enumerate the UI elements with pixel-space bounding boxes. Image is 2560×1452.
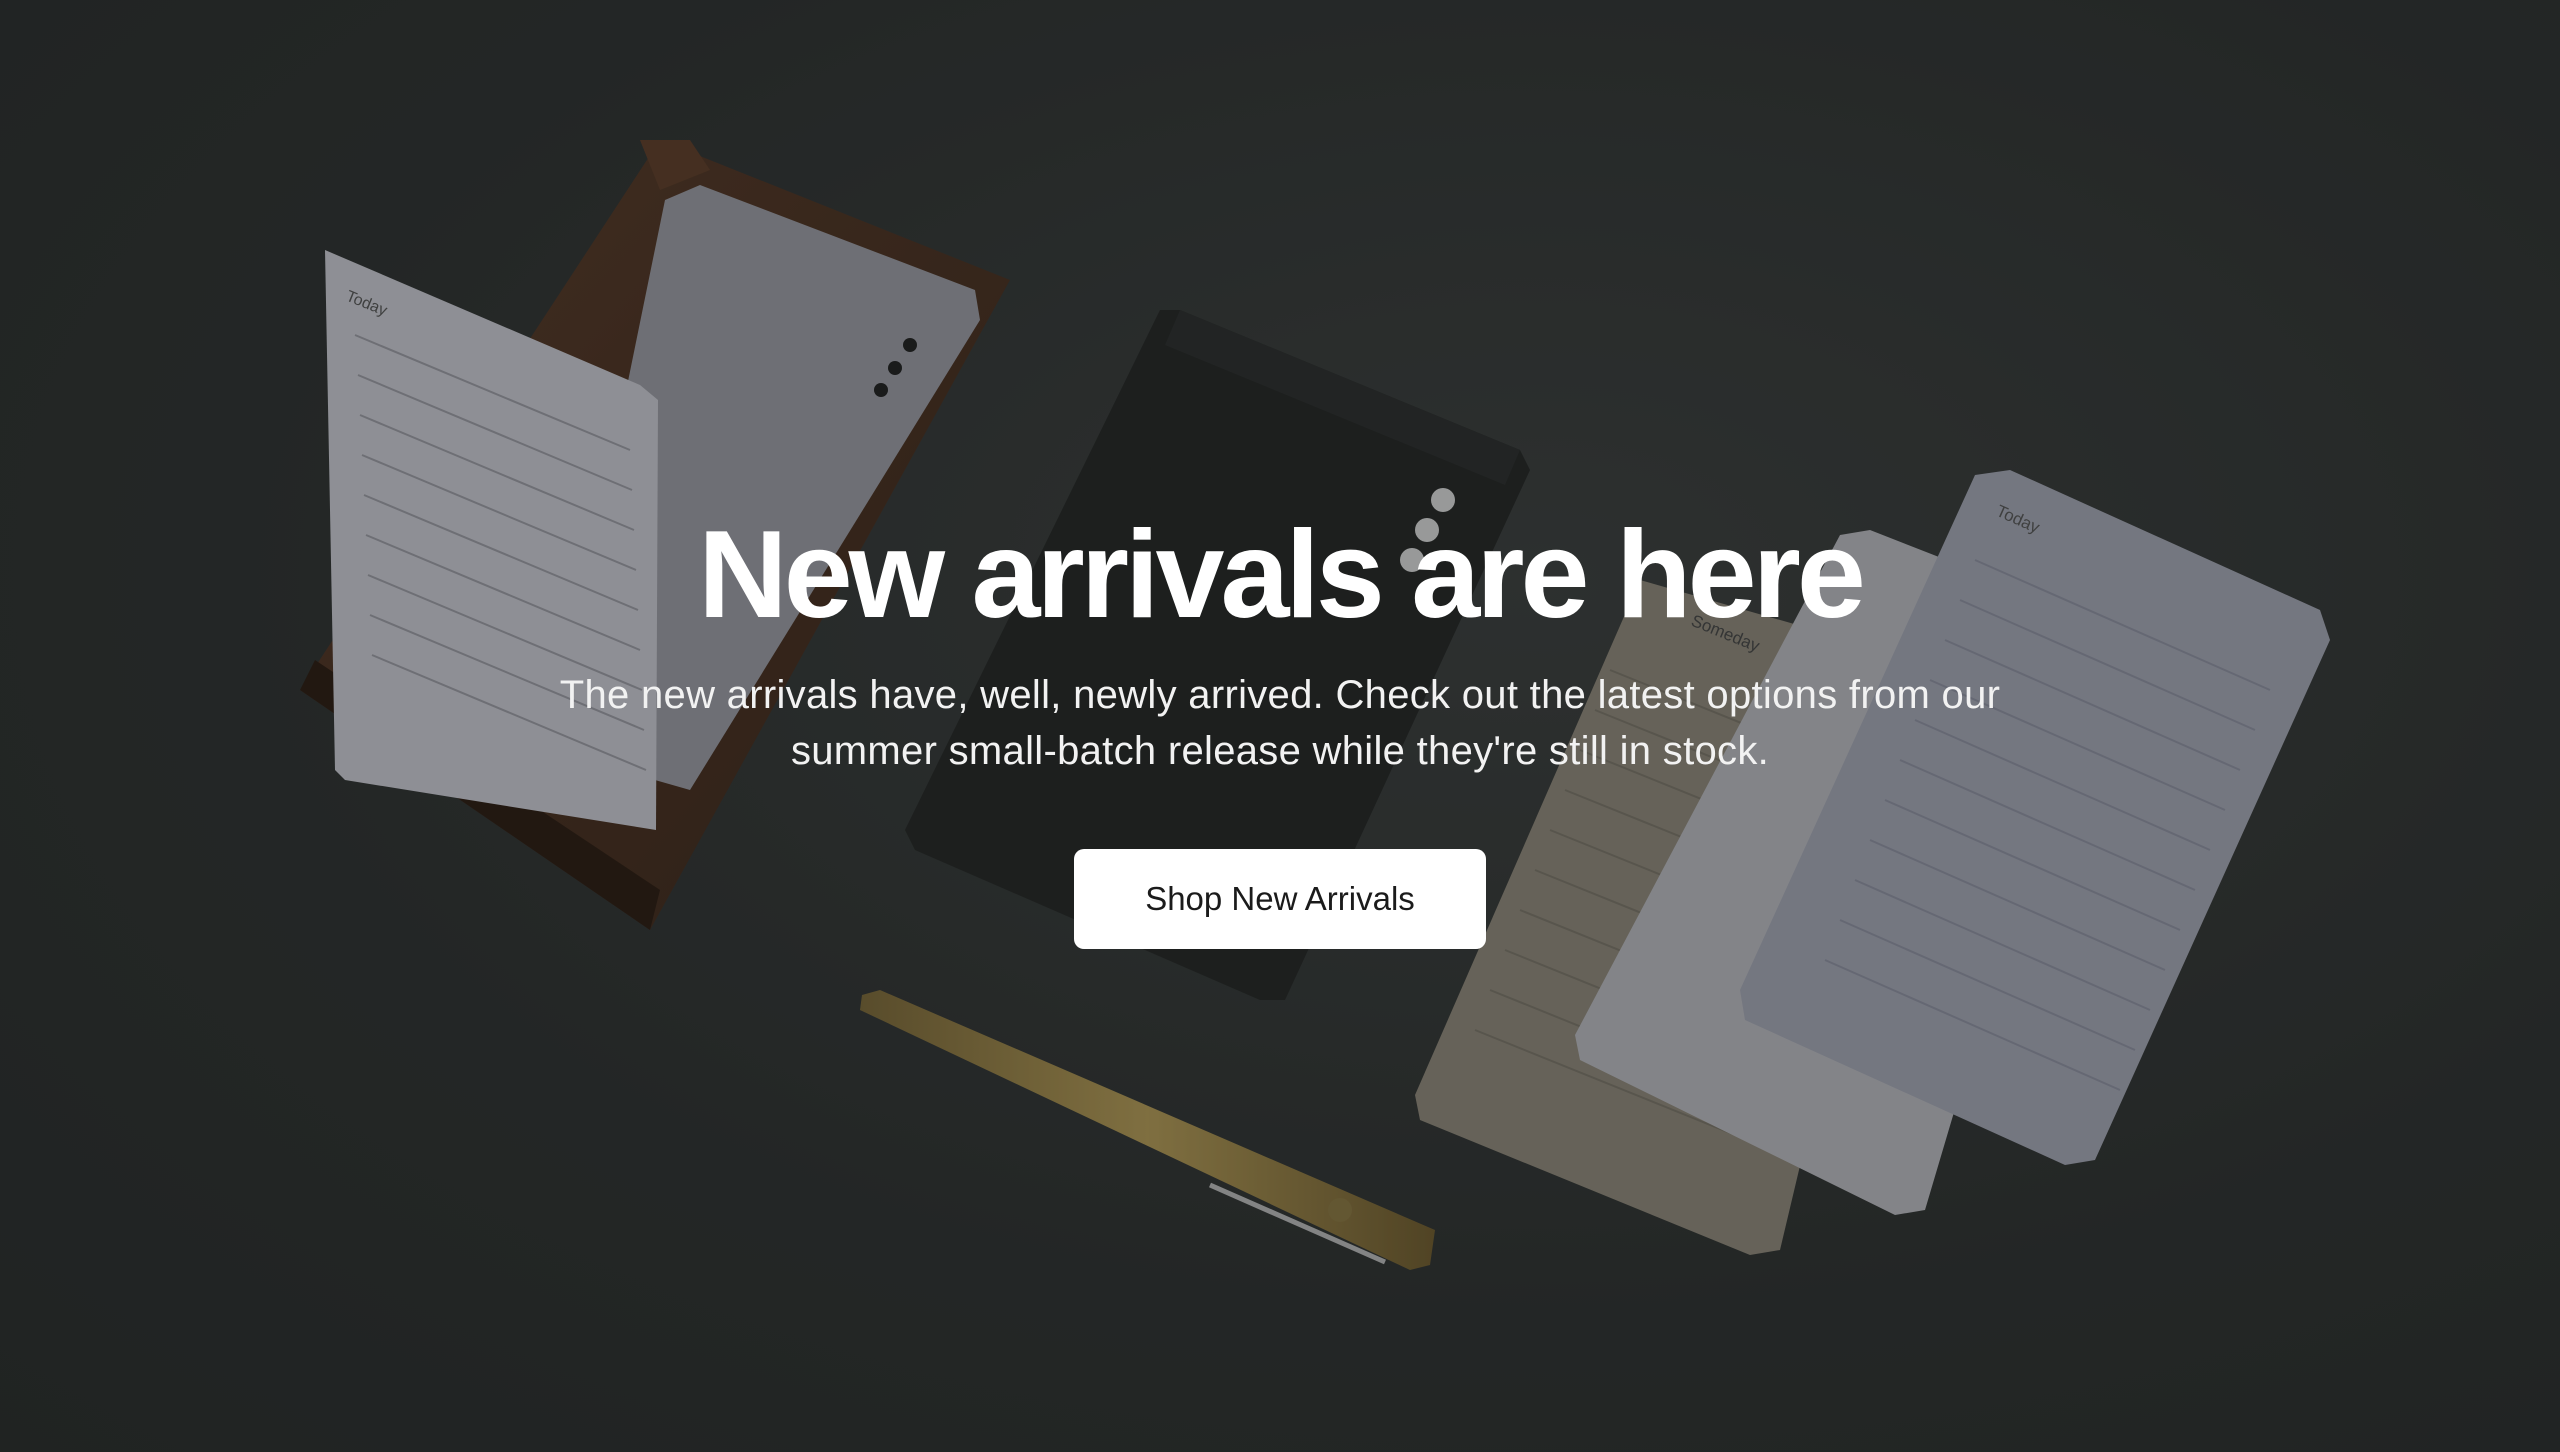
hero-subtext: The new arrivals have, well, newly arriv…: [559, 673, 2001, 773]
hero-headline: New arrivals are here: [698, 506, 1866, 644]
hero-content: New arrivals are here The new arrivals h…: [0, 505, 2560, 949]
hero-section: Today Someday Today New arrivals are her…: [0, 0, 2560, 1452]
shop-new-arrivals-button[interactable]: Shop New Arrivals: [1074, 849, 1486, 949]
